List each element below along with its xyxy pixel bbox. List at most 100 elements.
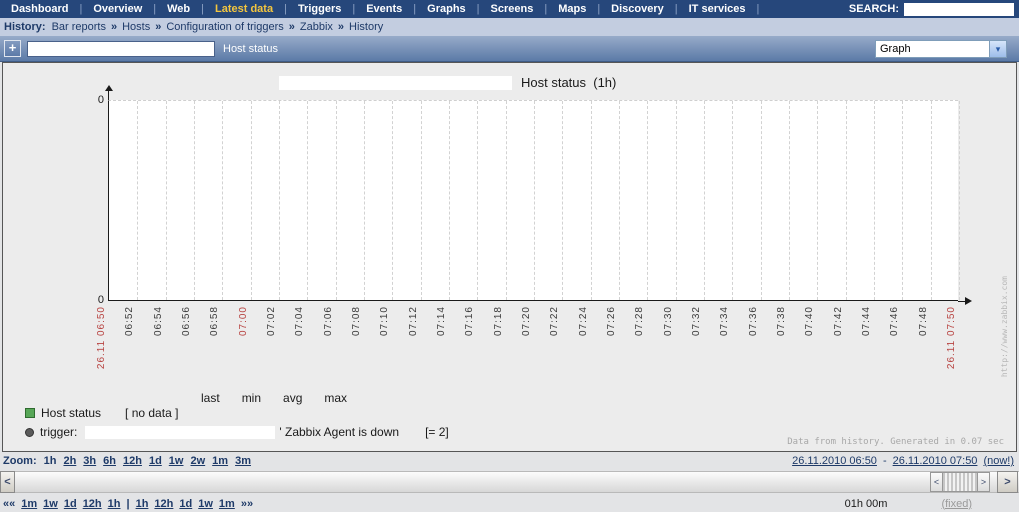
fixed-link[interactable]: (fixed) <box>941 498 972 510</box>
nav-item-graphs[interactable]: Graphs <box>421 3 472 15</box>
x-tick-label: 06:56 <box>181 306 192 337</box>
slider-right-handle[interactable]: > <box>977 472 990 492</box>
nav-separator: | <box>756 3 760 15</box>
zoom-link-2h[interactable]: 2h <box>63 455 76 467</box>
back-link-1m[interactable]: 1m <box>21 498 37 510</box>
legend-header-min: min <box>241 391 262 405</box>
view-mode-select[interactable]: Graph ▾ <box>875 39 1007 58</box>
zoom-link-2w[interactable]: 2w <box>190 455 205 467</box>
nav-item-web[interactable]: Web <box>161 3 196 15</box>
breadcrumb: Bar reports » Hosts » Configuration of trigg… <box>52 21 384 33</box>
gridline <box>251 101 252 300</box>
x-tick-label: 07:22 <box>549 306 560 337</box>
nav-item-overview[interactable]: Overview <box>87 3 148 15</box>
y-axis-line <box>108 91 109 100</box>
forward-link-1m[interactable]: 1m <box>219 498 235 510</box>
legend-headers: last min avg max <box>201 391 347 405</box>
chart-title: Host status (1h) <box>521 75 617 90</box>
nav-item-latest-data[interactable]: Latest data <box>209 3 279 15</box>
history-bar: History: Bar reports » Hosts » Configuration… <box>0 18 1019 36</box>
gridline <box>562 101 563 300</box>
gridline <box>477 101 478 300</box>
zoom-link-1m[interactable]: 1m <box>212 455 228 467</box>
slider-left-handle[interactable]: < <box>930 472 943 492</box>
x-tick-label: 07:12 <box>408 306 419 337</box>
breadcrumb-item-configuration-of-triggers[interactable]: Configuration of triggers <box>166 21 283 33</box>
x-tick-label: 07:38 <box>776 306 787 337</box>
zoom-link-3h[interactable]: 3h <box>83 455 96 467</box>
gridline <box>421 101 422 300</box>
gridline <box>647 101 648 300</box>
nav-item-it-services[interactable]: IT services <box>683 3 752 15</box>
forward-link-1h[interactable]: 1h <box>136 498 149 510</box>
zoom-link-12h[interactable]: 12h <box>123 455 142 467</box>
gridline <box>789 101 790 300</box>
back-link-12h[interactable]: 12h <box>83 498 102 510</box>
breadcrumb-item-zabbix[interactable]: Zabbix <box>300 21 333 33</box>
scroll-left-button[interactable]: < <box>0 471 15 493</box>
breadcrumb-separator: » <box>288 21 295 33</box>
x-tick-label: 07:20 <box>521 306 532 337</box>
graph-name-input[interactable] <box>27 40 215 57</box>
gridline <box>846 101 847 300</box>
forward-link-1d[interactable]: 1d <box>179 498 192 510</box>
back-link-1w[interactable]: 1w <box>43 498 58 510</box>
gridline <box>619 101 620 300</box>
zoom-link-3m[interactable]: 3m <box>235 455 251 467</box>
scroll-right-button[interactable]: > <box>997 471 1018 493</box>
x-tick-label: 07:08 <box>351 306 362 337</box>
nav-item-triggers[interactable]: Triggers <box>292 3 347 15</box>
slider-grip[interactable] <box>943 472 977 492</box>
zoom-current-1h: 1h <box>43 455 57 467</box>
back-link-1d[interactable]: 1d <box>64 498 77 510</box>
chart-generation-info: Data from history. Generated in 0.07 sec <box>787 437 1004 447</box>
add-favourite-button[interactable]: + <box>4 40 21 57</box>
gridline <box>874 101 875 300</box>
nav-item-dashboard[interactable]: Dashboard <box>5 3 74 15</box>
gridline <box>676 101 677 300</box>
scrollbar-slider[interactable]: < > <box>930 472 990 492</box>
zoom-link-1w[interactable]: 1w <box>169 455 184 467</box>
breadcrumb-separator: » <box>337 21 345 33</box>
gridline <box>931 101 932 300</box>
x-tick-label: 07:04 <box>294 306 305 337</box>
nav-separator: | <box>352 3 356 15</box>
scrollbar-track[interactable] <box>0 471 1019 493</box>
series-color-swatch <box>25 408 35 418</box>
zoom-link-6h[interactable]: 6h <box>103 455 116 467</box>
chevron-down-icon[interactable]: ▾ <box>989 40 1006 57</box>
forward-all-link[interactable]: »» <box>241 498 253 510</box>
range-start-link[interactable]: 26.11.2010 06:50 <box>792 455 877 467</box>
plot-area[interactable] <box>108 100 960 301</box>
nav-item-discovery[interactable]: Discovery <box>605 3 670 15</box>
zoom-link-1d[interactable]: 1d <box>149 455 162 467</box>
nav-item-maps[interactable]: Maps <box>552 3 592 15</box>
nav-item-screens[interactable]: Screens <box>485 3 540 15</box>
window-length: 01h 00m <box>844 497 888 510</box>
breadcrumb-item-bar-reports[interactable]: Bar reports <box>52 21 106 33</box>
breadcrumb-item-hosts[interactable]: Hosts <box>122 21 150 33</box>
back-link-1h[interactable]: 1h <box>108 498 121 510</box>
trigger-count: [= 2] <box>425 425 449 439</box>
graph-name-label: Host status <box>223 42 279 55</box>
x-tick-label: 07:26 <box>606 306 617 337</box>
gridline <box>959 101 960 300</box>
range-end-link[interactable]: 26.11.2010 07:50 <box>893 455 978 467</box>
gridline <box>194 101 195 300</box>
y-tick-label-bottom: 0 <box>97 294 104 306</box>
gridline <box>166 101 167 300</box>
search-input[interactable] <box>904 2 1014 16</box>
x-tick-label: 07:10 <box>379 306 390 337</box>
nav-separator: | <box>597 3 601 15</box>
zoom-options: Zoom: 1h 2h 3h 6h 12h 1d 1w 2w 1m 3m <box>3 455 251 467</box>
forward-link-1w[interactable]: 1w <box>198 498 213 510</box>
nav-item-events[interactable]: Events <box>360 3 408 15</box>
legend-trigger-label: trigger: <box>40 425 78 439</box>
breadcrumb-item-history[interactable]: History <box>349 21 383 33</box>
x-tick-label: 07:34 <box>719 306 730 337</box>
now-link[interactable]: (now!) <box>983 455 1014 467</box>
gridline <box>761 101 762 300</box>
rewind-all-link[interactable]: «« <box>3 498 15 510</box>
x-tick-label: 07:18 <box>493 306 504 337</box>
forward-link-12h[interactable]: 12h <box>154 498 173 510</box>
